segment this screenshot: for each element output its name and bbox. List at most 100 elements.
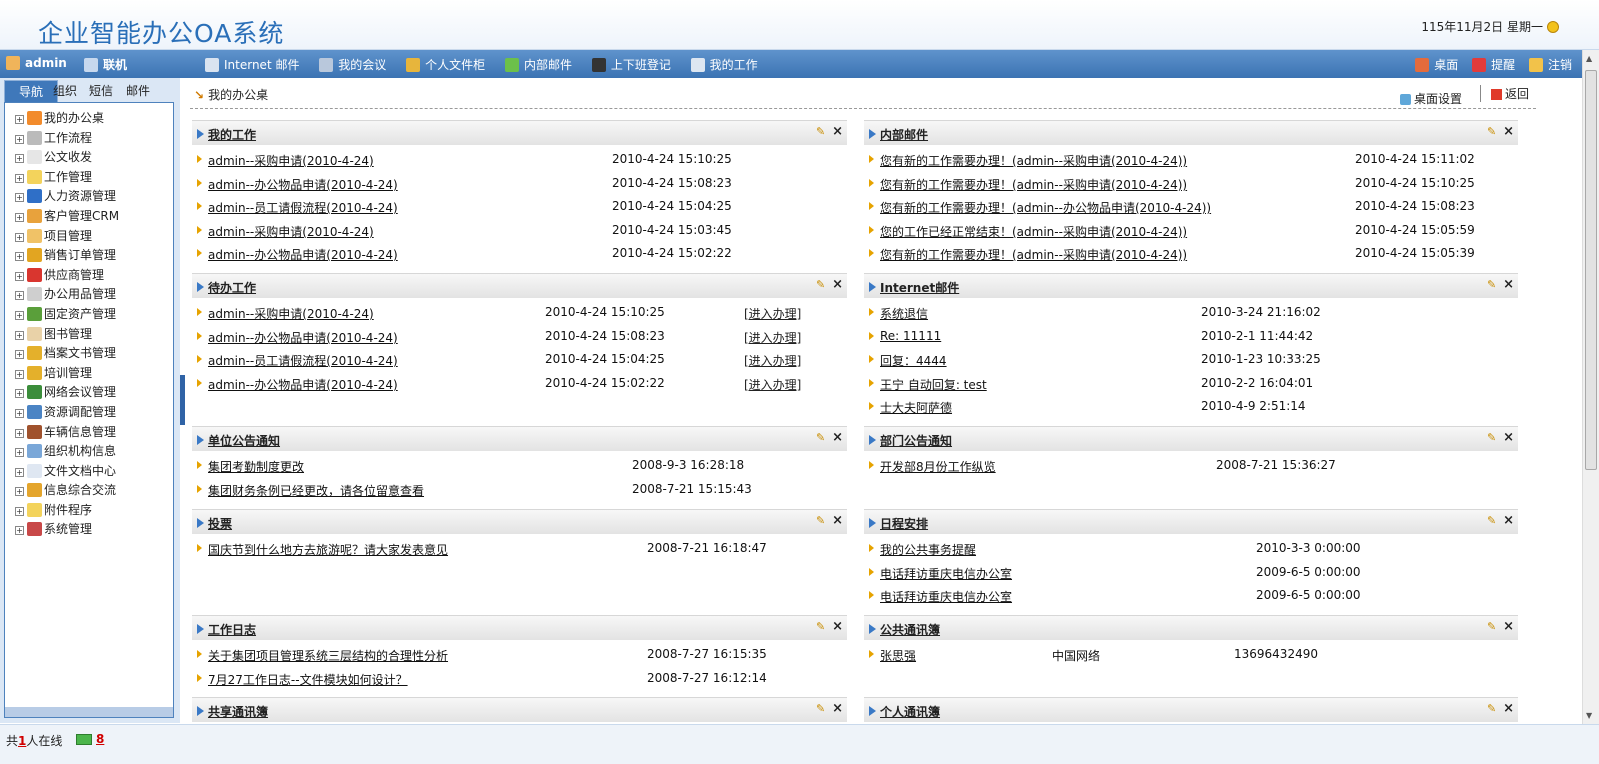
- enter-handle-link[interactable]: [进入办理]: [744, 329, 801, 346]
- tree-item-projects[interactable]: + 项目管理: [5, 227, 173, 247]
- menu-internet-mail[interactable]: Internet 邮件: [205, 58, 299, 72]
- new-mail[interactable]: 8: [76, 732, 104, 746]
- scroll-down-icon[interactable]: ▼: [1586, 711, 1592, 720]
- expand-icon[interactable]: +: [15, 271, 24, 281]
- block-title[interactable]: 公共通讯簿: [880, 621, 940, 638]
- enter-handle-link[interactable]: [进入办理]: [744, 352, 801, 369]
- close-icon[interactable]: ×: [832, 278, 843, 291]
- enter-handle-link[interactable]: [进入办理]: [744, 376, 801, 393]
- collapse-icon[interactable]: [869, 129, 876, 139]
- edit-icon[interactable]: ✎: [1487, 515, 1498, 526]
- edit-icon[interactable]: ✎: [1487, 279, 1498, 290]
- tree-item-my-desk[interactable]: + 我的办公桌: [5, 109, 173, 129]
- tree-item-books[interactable]: + 图书管理: [5, 325, 173, 345]
- block-title[interactable]: 我的工作: [208, 126, 256, 143]
- tree-item-attachments[interactable]: + 附件程序: [5, 501, 173, 521]
- collapse-icon[interactable]: [197, 435, 204, 445]
- expand-icon[interactable]: +: [15, 154, 24, 164]
- main-scrollbar[interactable]: ▲ ▼: [1582, 50, 1599, 724]
- expand-icon[interactable]: +: [15, 212, 24, 222]
- collapse-icon[interactable]: [869, 624, 876, 634]
- expand-icon[interactable]: +: [15, 252, 24, 262]
- expand-icon[interactable]: +: [15, 115, 24, 124]
- tree-item-office-supplies[interactable]: + 办公用品管理: [5, 285, 173, 305]
- edit-icon[interactable]: ✎: [816, 432, 827, 443]
- expand-icon[interactable]: +: [15, 389, 24, 399]
- enter-handle-link[interactable]: [进入办理]: [744, 305, 801, 322]
- expand-icon[interactable]: +: [15, 526, 24, 536]
- back-button[interactable]: 返回: [1480, 85, 1529, 102]
- tree-item-info-exchange[interactable]: + 信息综合交流: [5, 481, 173, 501]
- reminder-button[interactable]: 提醒: [1472, 58, 1515, 72]
- expand-icon[interactable]: +: [15, 232, 24, 242]
- expand-icon[interactable]: +: [15, 193, 24, 203]
- edit-icon[interactable]: ✎: [816, 703, 827, 714]
- tree-item-vehicles[interactable]: + 车辆信息管理: [5, 423, 173, 443]
- block-title[interactable]: 投票: [208, 515, 232, 532]
- edit-icon[interactable]: ✎: [1487, 621, 1498, 632]
- logout-button[interactable]: 注销: [1528, 58, 1572, 72]
- collapse-icon[interactable]: [869, 282, 876, 292]
- expand-icon[interactable]: +: [15, 408, 24, 418]
- block-title[interactable]: 部门公告通知: [880, 432, 952, 449]
- tree-item-suppliers[interactable]: + 供应商管理: [5, 266, 173, 286]
- close-icon[interactable]: ×: [1503, 125, 1514, 138]
- tab-organization[interactable]: 组织: [48, 80, 82, 102]
- collapse-icon[interactable]: [869, 435, 876, 445]
- block-title[interactable]: 单位公告通知: [208, 432, 280, 449]
- tab-sms[interactable]: 短信: [84, 80, 118, 102]
- tree-item-hr[interactable]: + 人力资源管理: [5, 187, 173, 207]
- expand-icon[interactable]: +: [15, 369, 24, 379]
- desktop-button[interactable]: 桌面: [1415, 58, 1458, 72]
- block-title[interactable]: Internet邮件: [880, 279, 959, 296]
- expand-icon[interactable]: +: [15, 350, 24, 360]
- expand-icon[interactable]: +: [15, 310, 24, 320]
- menu-internal-mail[interactable]: 内部邮件: [504, 58, 572, 72]
- panel-resize-grip[interactable]: [5, 707, 173, 717]
- tree-item-crm[interactable]: + 客户管理CRM: [5, 207, 173, 227]
- close-icon[interactable]: ×: [1503, 431, 1514, 444]
- block-title[interactable]: 工作日志: [208, 621, 256, 638]
- collapse-icon[interactable]: [197, 518, 204, 528]
- edit-icon[interactable]: ✎: [1487, 126, 1498, 137]
- tree-item-fixed-assets[interactable]: + 固定资产管理: [5, 305, 173, 325]
- tree-item-archives[interactable]: + 档案文书管理: [5, 344, 173, 364]
- tab-mail[interactable]: 邮件: [118, 80, 158, 102]
- edit-icon[interactable]: ✎: [816, 279, 827, 290]
- expand-icon[interactable]: +: [15, 467, 24, 477]
- edit-icon[interactable]: ✎: [816, 126, 827, 137]
- collapse-icon[interactable]: [197, 282, 204, 292]
- expand-icon[interactable]: +: [15, 428, 24, 438]
- tree-item-workflow[interactable]: + 工作流程: [5, 129, 173, 149]
- tree-item-documents[interactable]: + 公文收发: [5, 148, 173, 168]
- edit-icon[interactable]: ✎: [816, 515, 827, 526]
- expand-icon[interactable]: +: [15, 173, 24, 183]
- tree-item-work-management[interactable]: + 工作管理: [5, 168, 173, 188]
- tree-item-sales-orders[interactable]: + 销售订单管理: [5, 246, 173, 266]
- online-status[interactable]: 联机: [84, 56, 127, 73]
- expand-icon[interactable]: +: [15, 487, 24, 497]
- collapse-icon[interactable]: [869, 706, 876, 716]
- close-icon[interactable]: ×: [1503, 620, 1514, 633]
- current-user[interactable]: admin: [6, 56, 67, 70]
- tree-item-file-center[interactable]: + 文件文档中心: [5, 462, 173, 482]
- tree-item-resources[interactable]: + 资源调配管理: [5, 403, 173, 423]
- desk-settings-button[interactable]: 桌面设置: [1400, 90, 1462, 107]
- collapse-icon[interactable]: [869, 518, 876, 528]
- scroll-up-icon[interactable]: ▲: [1586, 54, 1592, 63]
- tree-item-web-meeting[interactable]: + 网络会议管理: [5, 383, 173, 403]
- close-icon[interactable]: ×: [832, 702, 843, 715]
- menu-personal-cabinet[interactable]: 个人文件柜: [406, 58, 485, 72]
- expand-icon[interactable]: +: [15, 134, 24, 144]
- close-icon[interactable]: ×: [832, 620, 843, 633]
- expand-icon[interactable]: +: [15, 330, 24, 340]
- expand-icon[interactable]: +: [15, 448, 24, 458]
- edit-icon[interactable]: ✎: [1487, 432, 1498, 443]
- close-icon[interactable]: ×: [1503, 514, 1514, 527]
- tree-item-system[interactable]: + 系统管理: [5, 520, 173, 540]
- menu-attendance[interactable]: 上下班登记: [591, 58, 671, 72]
- collapse-icon[interactable]: [197, 129, 204, 139]
- close-icon[interactable]: ×: [1503, 702, 1514, 715]
- block-title[interactable]: 个人通讯簿: [880, 703, 940, 720]
- mail-count[interactable]: 8: [96, 732, 104, 746]
